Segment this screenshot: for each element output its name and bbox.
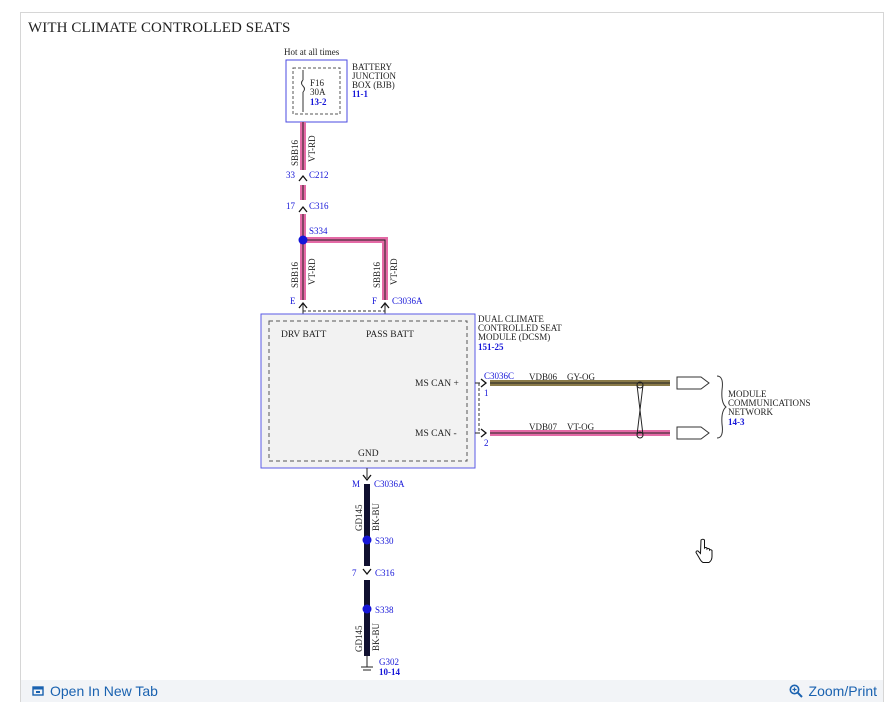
s334-splice-dot (298, 235, 308, 245)
fuse-rating: 30A (310, 87, 326, 97)
wire-color-vtrd-pass: VT-RD (389, 258, 399, 285)
wire-color-gyog: GY-OG (567, 372, 595, 382)
ms-can-minus-label: MS CAN - (415, 429, 457, 439)
c316-connector-link-top[interactable]: C316 (309, 201, 329, 211)
c3036a-pin-e: E (290, 296, 296, 306)
pass-batt-label: PASS BATT (366, 330, 414, 340)
hot-at-all-times-label: Hot at all times (284, 47, 340, 57)
network-label-line3: NETWORK (728, 407, 773, 417)
wire-label-vdb06: VDB06 (529, 372, 558, 382)
s338-splice-dot (362, 604, 372, 614)
s338-splice-link[interactable]: S338 (375, 605, 394, 615)
c3036c-pin-1: 1 (484, 388, 489, 398)
twisted-pair-icon (636, 381, 644, 439)
c3036c-pin-2: 2 (484, 438, 489, 448)
c3036c-pin-2-symbol (480, 428, 488, 438)
hand-cursor-icon (695, 538, 713, 563)
c316-connector-link-bottom[interactable]: C316 (375, 568, 395, 578)
c316-connector-symbol-top (298, 205, 308, 213)
c3036a-connector-link-bottom[interactable]: C3036A (374, 479, 405, 489)
wire-color-bkbu-top: BK-BU (371, 502, 381, 531)
s334-splice-link[interactable]: S334 (309, 226, 328, 236)
drv-batt-label: DRV BATT (281, 330, 326, 340)
bjb-ref-link[interactable]: 11-1 (352, 89, 369, 99)
wire-color-bkbu-bottom: BK-BU (371, 622, 381, 651)
g302-ground-link[interactable]: G302 (379, 657, 399, 667)
ground-symbol-icon (361, 656, 373, 671)
wire-label-gd145-bottom: GD145 (354, 625, 364, 652)
dcsm-label-line3: MODULE (DCSM) (478, 332, 550, 342)
wire-label-sbb16-top: SBB16 (290, 139, 300, 166)
can-plus-continuation-arrow (676, 376, 710, 390)
c316-pin-bottom: 7 (352, 568, 357, 578)
open-in-new-tab-label: Open In New Tab (50, 683, 158, 699)
c316-connector-symbol-bottom (362, 568, 372, 576)
ms-can-plus-label: MS CAN + (415, 379, 459, 389)
wire-color-vtrd-top: VT-RD (307, 135, 317, 162)
g302-ref-link[interactable]: 10-14 (379, 667, 400, 677)
network-ref-link[interactable]: 14-3 (728, 417, 745, 427)
dcsm-ref-link[interactable]: 151-25 (478, 342, 504, 352)
c212-pin: 33 (286, 170, 296, 180)
c316-pin-top: 17 (286, 201, 296, 211)
can-minus-continuation-arrow (676, 426, 710, 440)
network-brace-icon (716, 375, 727, 439)
wire-label-sbb16-drv: SBB16 (290, 261, 300, 288)
c3036a-pin-m: M (352, 479, 360, 489)
c212-connector-link[interactable]: C212 (309, 170, 329, 180)
c3036c-connector-link[interactable]: C3036C (484, 371, 514, 381)
wire-label-sbb16-pass: SBB16 (372, 261, 382, 288)
s330-splice-dot (362, 535, 372, 545)
zoom-magnifier-icon (789, 684, 803, 698)
wire-color-vtog: VT-OG (567, 422, 595, 432)
c212-connector-symbol (298, 174, 308, 182)
gnd-label: GND (358, 449, 379, 459)
wiring-diagram: Hot at all times F16 30A 13-2 BATTERY JU… (260, 47, 811, 677)
fuse-symbol (301, 70, 305, 112)
s330-splice-link[interactable]: S330 (375, 536, 394, 546)
open-in-new-tab-link[interactable]: Open In New Tab (32, 683, 158, 699)
c3036a-pin-f: F (372, 296, 377, 306)
zoom-print-link[interactable]: Zoom/Print (789, 683, 877, 699)
diagram-footer: Open In New Tab Zoom/Print (21, 680, 883, 702)
fuse-ref-link[interactable]: 13-2 (310, 97, 327, 107)
wire-color-vtrd-drv: VT-RD (307, 258, 317, 285)
wire-label-vdb07: VDB07 (529, 422, 558, 432)
zoom-print-label: Zoom/Print (808, 683, 877, 699)
wire-label-gd145-top: GD145 (354, 504, 364, 531)
open-new-tab-icon (32, 686, 44, 696)
c3036a-connector-link-top[interactable]: C3036A (392, 296, 423, 306)
